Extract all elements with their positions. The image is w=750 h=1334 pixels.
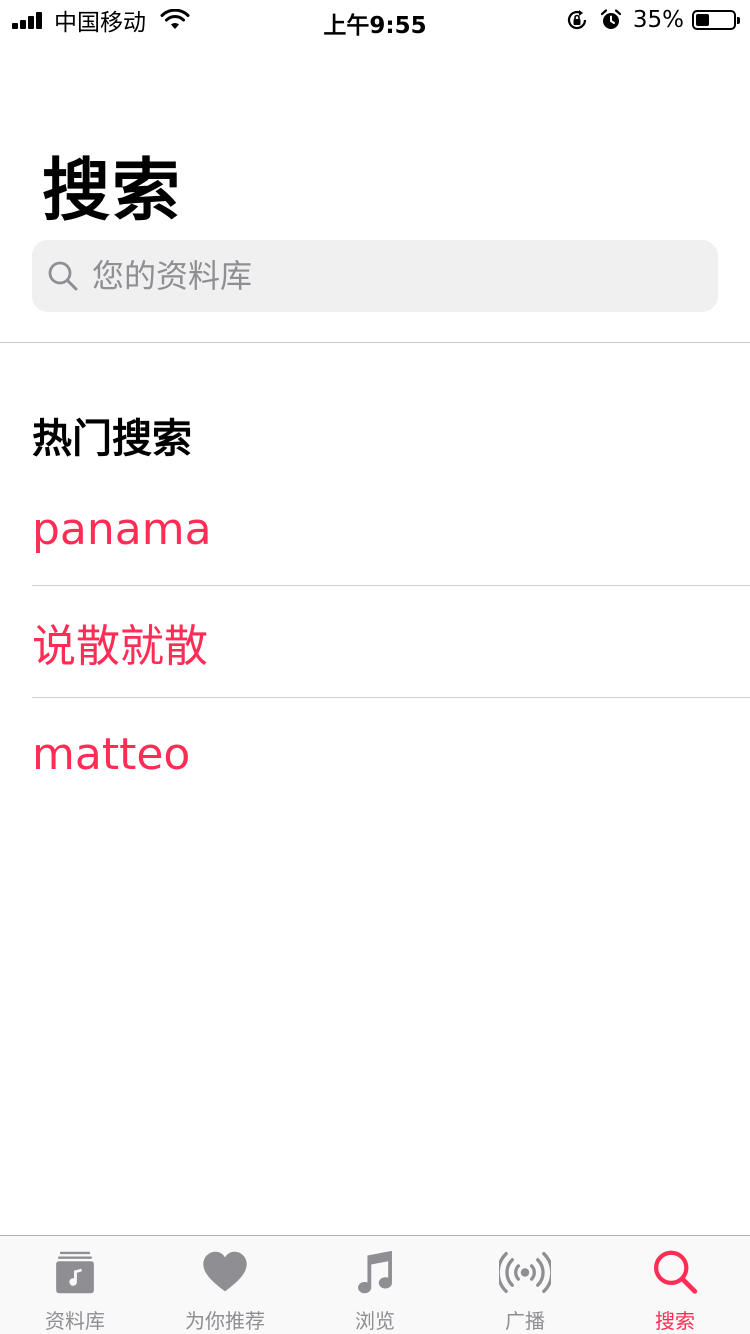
- music-note-icon: [358, 1250, 392, 1294]
- status-bar: 中国移动 上午9:55 35%: [0, 0, 750, 40]
- page-title: 搜索: [42, 152, 183, 231]
- heart-icon: [203, 1251, 247, 1292]
- trending-item[interactable]: panama: [32, 474, 750, 586]
- tab-label: 搜索: [655, 1309, 695, 1333]
- battery-icon: [692, 10, 740, 30]
- battery-percentage: 35%: [632, 7, 684, 33]
- tab-label: 为你推荐: [185, 1309, 265, 1333]
- search-icon: [48, 261, 78, 291]
- battery-fill: [696, 14, 709, 26]
- header-divider: [0, 342, 750, 343]
- tab-label: 资料库: [45, 1309, 105, 1333]
- status-right: 35%: [565, 6, 740, 34]
- alarm-icon: [600, 9, 621, 29]
- tab-label: 广播: [505, 1309, 545, 1333]
- tab-for-you[interactable]: 为你推荐: [150, 1236, 300, 1334]
- search-input[interactable]: [90, 245, 674, 307]
- trending-item[interactable]: matteo: [32, 698, 750, 810]
- tab-label: 浏览: [355, 1309, 395, 1333]
- trending-heading: 热门搜索: [32, 416, 192, 462]
- trending-list: panama 说散就散 matteo: [32, 474, 750, 810]
- tab-library[interactable]: 资料库: [0, 1236, 150, 1334]
- rotation-lock-icon: [567, 10, 586, 30]
- tab-radio[interactable]: 广播: [450, 1236, 600, 1334]
- search-field[interactable]: [32, 240, 718, 312]
- trending-item[interactable]: 说散就散: [32, 586, 750, 698]
- tab-bar: 资料库 为你推荐 浏览 广播 搜索: [0, 1235, 750, 1334]
- search-icon: [654, 1250, 698, 1294]
- tab-search[interactable]: 搜索: [600, 1236, 750, 1334]
- tab-browse[interactable]: 浏览: [300, 1236, 450, 1334]
- radio-icon: [499, 1252, 551, 1293]
- music-search-screen: 中国移动 上午9:55 35% 搜索 您的资料库 热门搜索 panama 说散就…: [0, 0, 750, 1334]
- library-icon: [56, 1251, 94, 1294]
